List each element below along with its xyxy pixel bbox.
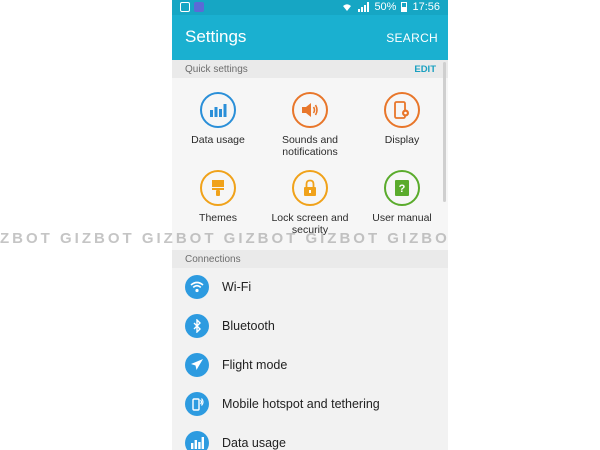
list-item-label: Bluetooth	[222, 319, 275, 333]
wifi-status-icon	[343, 4, 352, 11]
tile-label: User manual	[372, 212, 432, 224]
list-item-label: Wi-Fi	[222, 280, 252, 294]
tile-display[interactable]: Display	[356, 92, 448, 146]
data-usage-icon	[200, 92, 236, 128]
speaker-icon	[292, 92, 328, 128]
tile-label: Themes	[199, 212, 237, 224]
hotspot-icon	[185, 392, 209, 416]
connections-header: Connections	[172, 250, 448, 268]
list-item-label: Data usage	[222, 436, 286, 450]
tile-lock-screen[interactable]: Lock screen and security	[264, 170, 356, 236]
list-item-wifi[interactable]: Wi-Fi	[172, 268, 448, 307]
tile-label-line2: security	[291, 224, 329, 236]
scrollbar[interactable]	[443, 62, 446, 202]
airplane-icon	[185, 353, 209, 377]
display-icon	[384, 92, 420, 128]
list-item-label: Flight mode	[222, 358, 288, 372]
tile-label: Display	[384, 134, 420, 146]
connections-label: Connections	[185, 254, 241, 265]
bluetooth-icon	[185, 314, 209, 338]
tile-sounds[interactable]: Sounds and notifications	[264, 92, 356, 158]
clock: 17:56	[412, 1, 440, 13]
list-item-flight-mode[interactable]: Flight mode	[172, 346, 448, 385]
tile-label-line1: Lock screen and	[271, 212, 349, 224]
paintbrush-icon	[200, 170, 236, 206]
tile-label-line2: notifications	[282, 146, 338, 158]
lock-icon	[292, 170, 328, 206]
list-item-hotspot[interactable]: Mobile hotspot and tethering	[172, 385, 448, 424]
tile-themes[interactable]: Themes	[172, 170, 264, 224]
tile-label-line1: Sounds and	[281, 134, 339, 146]
quick-settings-header: Quick settings EDIT	[172, 60, 448, 78]
gallery-icon	[180, 2, 190, 12]
tile-label: Data usage	[191, 134, 245, 146]
battery-percent: 50%	[374, 1, 397, 13]
svg-text:?: ?	[399, 183, 406, 195]
list-item-label: Mobile hotspot and tethering	[222, 397, 380, 411]
wifi-icon	[185, 275, 209, 299]
page-title: Settings	[185, 27, 247, 46]
manual-icon: ?	[384, 170, 420, 206]
quick-settings-label: Quick settings	[185, 64, 248, 75]
search-app-icon	[194, 2, 204, 12]
edit-button[interactable]: EDIT	[414, 64, 436, 75]
tile-user-manual[interactable]: ? User manual	[356, 170, 448, 224]
signal-icon	[358, 2, 370, 12]
list-item-data-usage[interactable]: Data usage	[172, 424, 448, 450]
settings-screen: 50% 17:56 Settings SEARCH Quick settings…	[172, 0, 448, 450]
app-bar: Settings SEARCH	[172, 15, 448, 60]
status-bar: 50% 17:56	[172, 0, 448, 15]
data-usage-icon	[185, 431, 209, 450]
battery-icon	[401, 2, 408, 12]
list-item-bluetooth[interactable]: Bluetooth	[172, 307, 448, 346]
search-button[interactable]: SEARCH	[386, 31, 438, 45]
tile-data-usage[interactable]: Data usage	[172, 92, 264, 146]
quick-settings-grid: Data usage Sounds and notifications Disp…	[172, 78, 448, 250]
